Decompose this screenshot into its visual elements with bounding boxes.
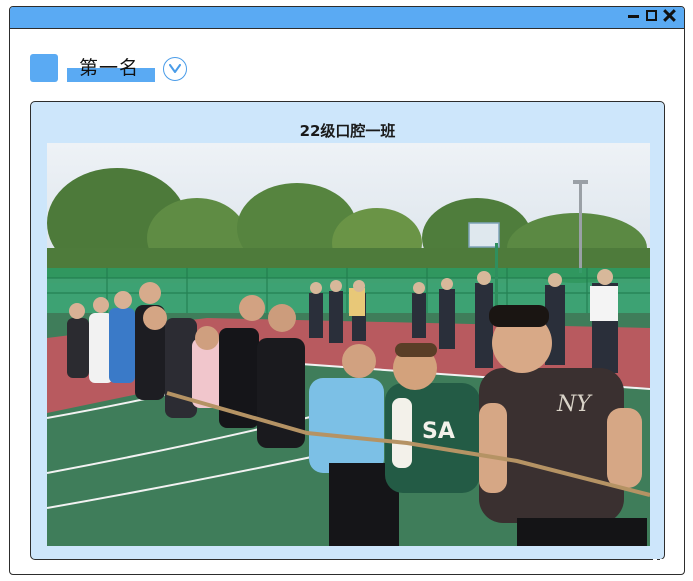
title-bar [10, 7, 684, 29]
winner-card: 22级口腔一班 SA NY [30, 101, 665, 563]
chevron-down-icon [169, 64, 181, 73]
jersey-text: SA [422, 419, 455, 444]
rank-title: 第一名 [79, 57, 140, 79]
close-icon[interactable] [663, 9, 676, 22]
expand-button[interactable] [163, 57, 187, 81]
class-name: 22级口腔一班 [299, 122, 396, 140]
maximize-icon[interactable] [645, 9, 658, 22]
tug-of-war-photo: SA NY [47, 143, 650, 546]
corner-mark-icon [653, 559, 664, 563]
photo-illustration: SA NY [47, 143, 650, 546]
heading-square-decoration [30, 54, 58, 82]
window-controls [627, 9, 676, 22]
app-window: 第一名 22级口腔一班 SA NY [9, 6, 685, 575]
section-heading: 第一名 [30, 54, 230, 86]
shirt-logo: NY [556, 392, 593, 417]
minimize-icon[interactable] [627, 9, 640, 22]
